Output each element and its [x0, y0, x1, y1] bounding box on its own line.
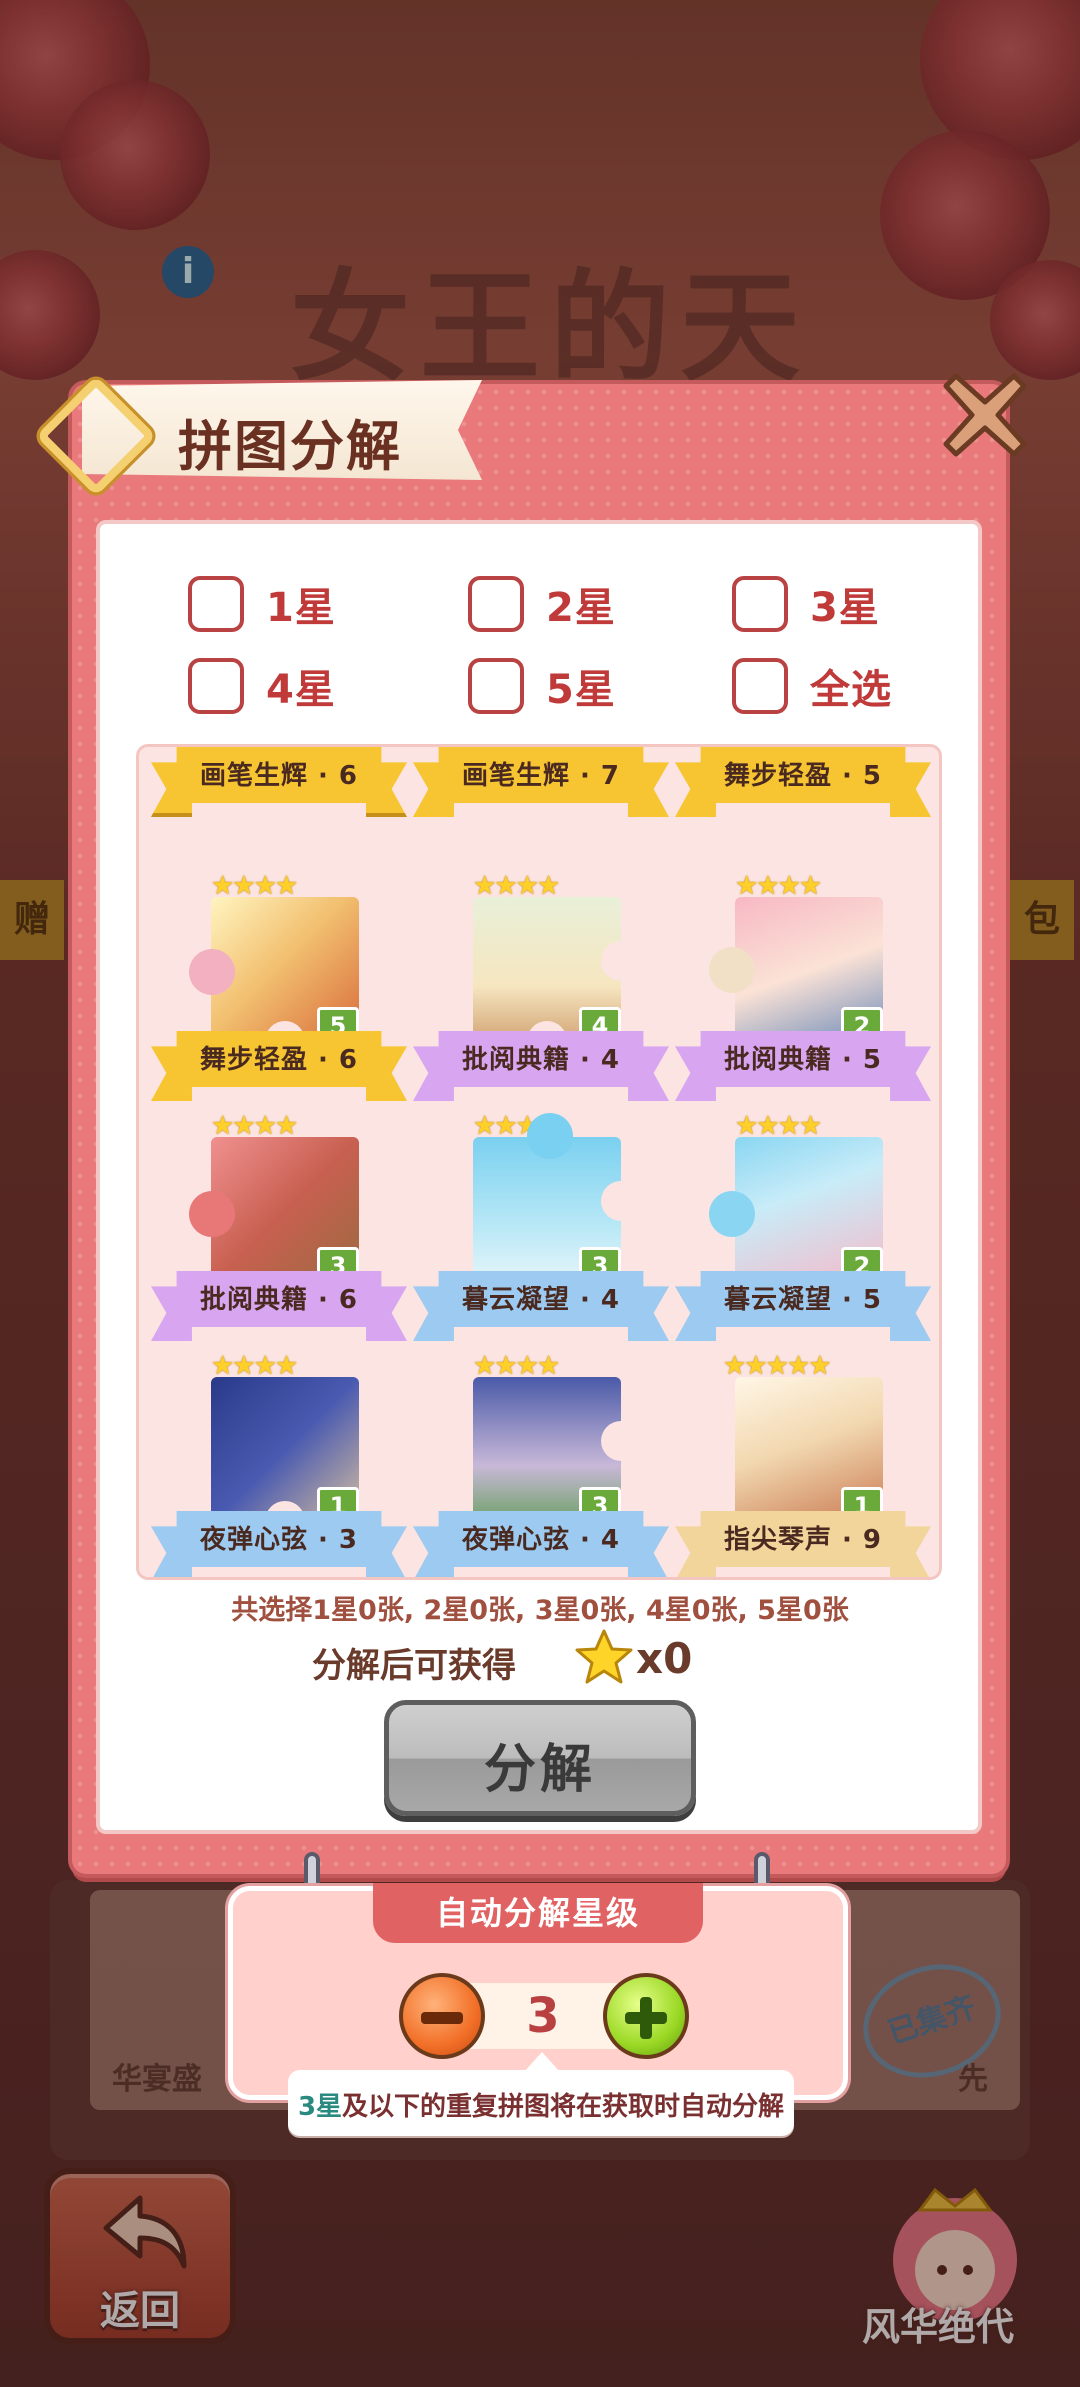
- puzzle-piece[interactable]: ★★★★ 3 暮云凝望 · 4: [411, 1111, 671, 1351]
- checkbox[interactable]: [188, 658, 244, 714]
- piece-name: 暮云凝望 · 5: [723, 1285, 883, 1315]
- piece-name: 画笔生辉 · 7: [461, 761, 621, 791]
- reward-count: x0: [636, 1634, 693, 1683]
- tooltip-rest: 及以下的重复拼图将在获取时自动分解: [342, 2092, 785, 2122]
- piece-name: 画笔生辉 · 6: [199, 761, 359, 791]
- star-level-value: 3: [526, 1988, 560, 2044]
- filter-row-2: 4星 5星 全选: [188, 656, 968, 716]
- puzzle-piece[interactable]: ★★★★ 2 暮云凝望 · 5: [673, 1111, 933, 1351]
- piece-name-ribbon: 暮云凝望 · 5: [675, 1271, 931, 1341]
- filter-1-star[interactable]: 1星: [188, 574, 336, 634]
- piece-name: 批阅典籍 · 6: [199, 1285, 359, 1315]
- filter-5-star[interactable]: 5星: [468, 656, 616, 716]
- piece-name: 暮云凝望 · 4: [461, 1285, 621, 1315]
- puzzle-piece[interactable]: 2 画笔生辉 · 7: [411, 747, 671, 827]
- filter-label: 全选: [810, 667, 892, 713]
- piece-name-ribbon: 舞步轻盈 · 5: [675, 747, 931, 817]
- piece-name: 夜弹心弦 · 3: [199, 1525, 359, 1555]
- piece-name-ribbon: 批阅典籍 · 4: [413, 1031, 669, 1101]
- reward-row: 分解后可获得 x0: [300, 1628, 800, 1688]
- checkbox[interactable]: [468, 576, 524, 632]
- filter-select-all[interactable]: 全选: [732, 656, 892, 716]
- filter-label: 1星: [266, 585, 336, 631]
- piece-name-ribbon: 批阅典籍 · 5: [675, 1031, 931, 1101]
- checkbox[interactable]: [732, 658, 788, 714]
- filter-2-star[interactable]: 2星: [468, 574, 616, 634]
- piece-name-ribbon: 指尖琴声 · 9: [675, 1511, 931, 1577]
- piece-name: 批阅典籍 · 5: [723, 1045, 883, 1075]
- filter-label: 5星: [546, 667, 616, 713]
- piece-name-ribbon: 夜弹心弦 · 3: [151, 1511, 407, 1577]
- filter-label: 3星: [810, 585, 880, 631]
- puzzle-piece[interactable]: ★★★★ 4 批阅典籍 · 4: [411, 871, 671, 1111]
- filter-label: 4星: [266, 667, 336, 713]
- dialog-title: 拼图分解: [178, 415, 402, 478]
- piece-name: 夜弹心弦 · 4: [461, 1525, 621, 1555]
- piece-name: 指尖琴声 · 9: [723, 1525, 883, 1555]
- piece-name-ribbon: 批阅典籍 · 6: [151, 1271, 407, 1341]
- tooltip-text: 3星及以下的重复拼图将在获取时自动分解: [288, 2086, 794, 2123]
- filter-label: 2星: [546, 585, 616, 631]
- close-icon: [943, 373, 1027, 457]
- puzzle-piece[interactable]: ★★★★ 2 批阅典籍 · 5: [673, 871, 933, 1111]
- checkbox[interactable]: [468, 658, 524, 714]
- piece-name-ribbon: 画笔生辉 · 7: [413, 747, 669, 817]
- puzzle-piece[interactable]: ★★★★ 5 舞步轻盈 · 6: [149, 871, 409, 1111]
- piece-name: 舞步轻盈 · 5: [723, 761, 883, 791]
- reward-label: 分解后可获得: [312, 1646, 516, 1686]
- piece-name-ribbon: 暮云凝望 · 4: [413, 1271, 669, 1341]
- puzzle-piece[interactable]: ★★★★ 3 批阅典籍 · 6: [149, 1111, 409, 1351]
- puzzle-piece[interactable]: ★★★★ 3 夜弹心弦 · 4: [411, 1351, 671, 1577]
- filter-row-1: 1星 2星 3星: [188, 574, 968, 634]
- dialog-title-ribbon: 拼图分解: [28, 372, 482, 497]
- puzzle-piece[interactable]: 4 舞步轻盈 · 5: [673, 747, 933, 827]
- checkbox[interactable]: [188, 576, 244, 632]
- auto-decompose-tooltip: 3星及以下的重复拼图将在获取时自动分解: [288, 2052, 794, 2136]
- decompose-button-label: 分解: [483, 1740, 596, 1800]
- piece-name: 舞步轻盈 · 6: [199, 1045, 359, 1075]
- selection-summary: 共选择1星0张, 2星0张, 3星0张, 4星0张, 5星0张: [231, 1595, 849, 1626]
- tooltip-highlight: 3星: [297, 2092, 343, 2122]
- checkbox[interactable]: [732, 576, 788, 632]
- piece-name: 批阅典籍 · 4: [461, 1045, 621, 1075]
- puzzle-piece[interactable]: ★★★★★ 1 指尖琴声 · 9: [673, 1351, 933, 1577]
- puzzle-piece[interactable]: 4 画笔生辉 · 6: [149, 747, 409, 827]
- piece-name-ribbon: 舞步轻盈 · 6: [151, 1031, 407, 1101]
- filter-3-star[interactable]: 3星: [732, 574, 880, 634]
- increase-button[interactable]: [603, 1973, 689, 2059]
- filter-4-star[interactable]: 4星: [188, 656, 336, 716]
- decompose-button[interactable]: 分解: [384, 1700, 696, 1816]
- star-icon: [575, 1629, 633, 1684]
- piece-name-ribbon: 夜弹心弦 · 4: [413, 1511, 669, 1577]
- auto-decompose-title: 自动分解星级: [373, 1883, 703, 1943]
- puzzle-piece[interactable]: ★★★★ 1 夜弹心弦 · 3: [149, 1351, 409, 1577]
- close-button[interactable]: [942, 372, 1028, 458]
- puzzle-piece-grid[interactable]: 4 画笔生辉 · 6 2 画笔生辉 · 7 4 舞步轻盈 · 5 ★★★★ 5 …: [136, 744, 942, 1580]
- piece-name-ribbon: 画笔生辉 · 6: [151, 747, 407, 817]
